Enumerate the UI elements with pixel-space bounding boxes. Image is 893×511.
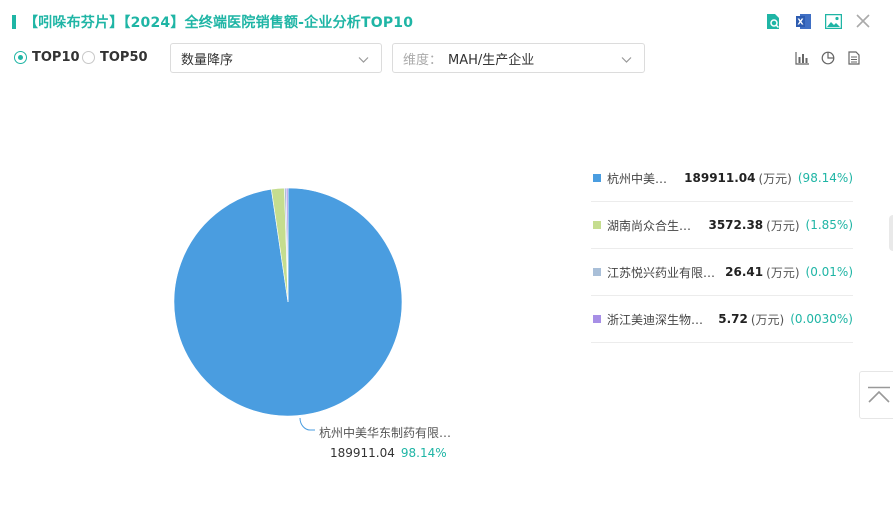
legend-percent: (1.85%): [805, 218, 853, 232]
side-panel-handle[interactable]: [889, 215, 893, 251]
legend-name: 江苏悦兴药业有限公司: [607, 265, 720, 280]
radio-top50-label: TOP50: [100, 50, 148, 65]
chevron-up-icon: [868, 386, 890, 403]
legend-value: 5.72: [718, 312, 748, 326]
dimension-label: 维度：: [403, 52, 443, 68]
svg-text:X: X: [797, 17, 804, 26]
bar-chart-icon[interactable]: [794, 50, 810, 66]
chart-title: 【吲哚布芬片】【2024】全终端医院销售额-企业分析TOP10: [24, 15, 414, 31]
sort-select[interactable]: 数量降序: [170, 43, 382, 73]
legend-name: 杭州中美华东…: [607, 171, 679, 186]
chart-header: 【吲哚布芬片】【2024】全终端医院销售额-企业分析TOP10 X: [12, 10, 872, 34]
pie-chart-icon[interactable]: [820, 50, 836, 66]
legend-percent: (0.0030%): [790, 312, 853, 326]
radio-circle: [82, 51, 95, 64]
chevron-down-icon: [621, 53, 632, 68]
legend-percent: (0.01%): [805, 265, 853, 279]
legend-name: 湖南尚众合生物…: [607, 218, 703, 233]
legend-percent: (98.14%): [797, 171, 853, 185]
excel-export-icon[interactable]: X: [794, 12, 812, 30]
legend-value: 26.41: [725, 265, 764, 279]
view-switcher: [794, 50, 862, 66]
legend-value: 3572.38: [708, 218, 764, 232]
legend-item[interactable]: 江苏悦兴药业有限公司 26.41 (万元) (0.01%): [591, 249, 853, 296]
back-to-top-button[interactable]: [859, 371, 893, 419]
sort-select-value: 数量降序: [181, 52, 234, 68]
legend-item[interactable]: 湖南尚众合生物… 3572.38 (万元) (1.85%): [591, 202, 853, 249]
radio-circle: [14, 51, 27, 64]
leader-line: [299, 417, 315, 431]
dimension-select[interactable]: 维度： MAH/生产企业: [392, 43, 645, 73]
legend-swatch: [593, 221, 601, 229]
radio-top50[interactable]: TOP50: [82, 50, 148, 65]
table-view-icon[interactable]: [846, 50, 862, 66]
chart-legend: 杭州中美华东… 189911.04 (万元) (98.14%) 湖南尚众合生物……: [591, 155, 853, 343]
radio-top10[interactable]: TOP10: [14, 50, 80, 65]
legend-swatch: [593, 174, 601, 182]
legend-value: 189911.04: [684, 171, 756, 185]
dimension-value: MAH/生产企业: [448, 52, 535, 68]
legend-name: 浙江美迪深生物医…: [607, 312, 713, 327]
slice-label-name: 杭州中美华东制药有限…: [319, 426, 452, 440]
radio-top10-label: TOP10: [32, 50, 80, 65]
legend-unit: (万元): [766, 218, 800, 233]
chevron-down-icon: [358, 53, 369, 68]
search-doc-icon[interactable]: [764, 12, 782, 30]
chart-controls: TOP10 TOP50 数量降序 维度： MAH/生产企业: [12, 43, 872, 73]
slice-label-value: 189911.04 98.14%: [330, 446, 447, 460]
slice-label-number: 189911.04: [330, 446, 395, 460]
legend-item[interactable]: 浙江美迪深生物医… 5.72 (万元) (0.0030%): [591, 296, 853, 343]
slice-label-percent: 98.14%: [400, 446, 447, 460]
legend-unit: (万元): [758, 171, 792, 186]
legend-unit: (万元): [750, 312, 785, 327]
legend-unit: (万元): [766, 265, 800, 280]
title-accent-bar: [12, 15, 16, 29]
legend-swatch: [593, 268, 601, 276]
close-icon[interactable]: [854, 12, 872, 30]
legend-swatch: [593, 315, 601, 323]
legend-item[interactable]: 杭州中美华东… 189911.04 (万元) (98.14%): [591, 155, 853, 202]
image-export-icon[interactable]: [824, 12, 842, 30]
header-toolbar: X: [764, 12, 872, 30]
